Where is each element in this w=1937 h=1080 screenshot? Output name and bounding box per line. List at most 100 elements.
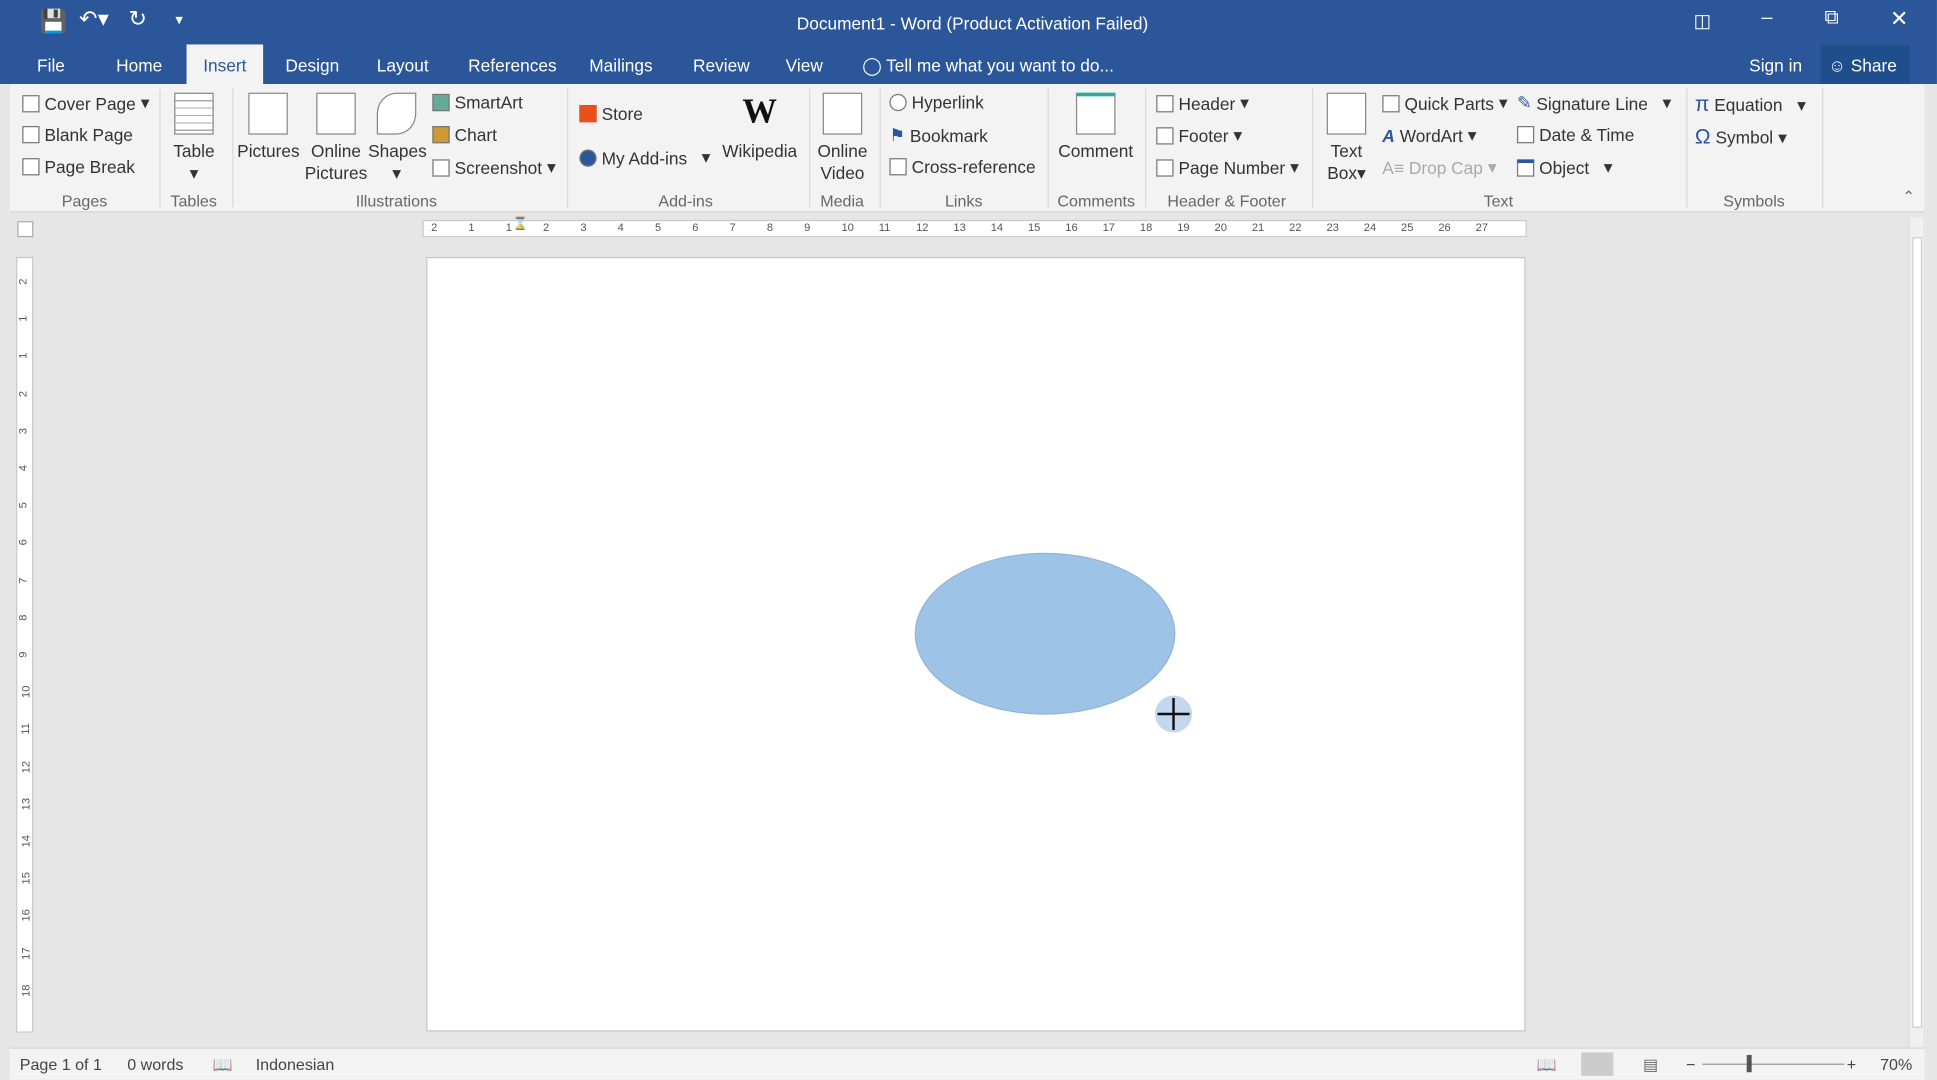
ruler-tick-label: 13 [953,221,966,234]
footer-icon [1156,126,1174,144]
group-label-illustrations: Illustrations [355,191,437,211]
shapes-button[interactable]: Shapes ▾ [368,92,427,184]
label: Screenshot [454,157,543,178]
ruler-tick-label: 21 [1251,221,1265,234]
ruler-tick-label: 2 [543,221,550,234]
online-video-button[interactable]: Online Video [813,92,872,184]
chart-icon [432,126,450,144]
ruler-tick-label: 27 [1475,221,1489,234]
proofing-icon[interactable]: 📖 [212,1055,232,1075]
wordart-button[interactable]: A WordArt ▾ [1382,125,1476,146]
screenshot-button[interactable]: Screenshot ▾ [432,157,556,178]
language[interactable]: Indonesian [256,1055,335,1074]
zoom-slider[interactable] [1702,1063,1845,1065]
text-box-button[interactable]: Text Box▾ [1322,92,1371,184]
indent-marker-icon[interactable]: ⌛ [513,217,528,231]
page-count[interactable]: Page 1 of 1 [20,1055,102,1074]
restore-icon[interactable]: ⧉ [1825,7,1839,29]
blank-page-button[interactable]: Blank Page [22,125,133,145]
label: Video [820,163,865,183]
horizontal-ruler[interactable]: 2 1 1 2 3 4 5 6 7 8 9 10 11 12 13 14 15 16 17 18 19 20 21 22 23 2… [422,219,1527,238]
sign-in-link[interactable]: Sign in [1742,44,1810,84]
collapse-ribbon-icon[interactable]: ⌃ [1902,188,1914,205]
store-button[interactable]: Store [579,104,643,124]
document-page[interactable] [426,256,1526,1032]
tab-layout[interactable]: Layout [364,44,441,84]
label: Equation [1714,95,1783,115]
label: Header [1178,93,1236,114]
wordart-icon: A [1382,125,1395,146]
ruler-tick-label: 1 [16,315,30,323]
bookmark-button[interactable]: ⚑ Bookmark [889,125,987,146]
tab-insert[interactable]: Insert [186,44,264,85]
tab-design[interactable]: Design [273,44,352,84]
pictures-button[interactable]: Pictures [237,92,300,162]
zoom-level[interactable]: 70% [1880,1055,1912,1074]
undo-icon[interactable]: ↶▾ [79,6,109,32]
label: Bookmark [909,125,988,146]
close-icon[interactable]: ✕ [1890,6,1909,32]
oval-shape[interactable] [914,552,1176,715]
read-mode-icon[interactable]: 📖 [1537,1055,1557,1075]
smartart-button[interactable]: SmartArt [432,93,523,112]
ribbon-display-icon[interactable]: ◫ [1694,10,1712,32]
zoom-in-button[interactable]: + [1847,1055,1856,1074]
share-button[interactable]: ☺ Share [1820,44,1910,85]
tab-review[interactable]: Review [681,44,762,84]
word-count[interactable]: 0 words [127,1055,183,1074]
symbol-button[interactable]: Ω Symbol ▾ [1695,125,1787,150]
ruler-tick-label: 14 [990,221,1004,234]
tab-file[interactable]: File [25,44,78,84]
drawing-layer [914,552,1193,733]
drop-cap-button[interactable]: A≡ Drop Cap ▾ [1382,157,1496,178]
group-label-media: Media [820,191,864,211]
divider [567,88,569,208]
minimize-icon[interactable]: – [1762,7,1773,29]
comment-button[interactable]: Comment [1054,92,1138,162]
equation-button[interactable]: π Equation ▾ [1695,93,1806,118]
print-layout-icon[interactable] [1581,1052,1614,1076]
group-label-symbols: Symbols [1723,191,1785,211]
header-button[interactable]: Header ▾ [1156,93,1249,114]
customize-icon[interactable]: ▾ [175,11,182,28]
tell-me-box[interactable]: ◯ Tell me what you want to do... [850,44,1126,84]
footer-button[interactable]: Footer ▾ [1156,125,1242,146]
vertical-scrollbar[interactable] [1908,217,1924,1048]
page-break-button[interactable]: Page Break [22,157,135,177]
tab-view[interactable]: View [773,44,835,84]
signature-line-button[interactable]: ✎ Signature Line ▾ [1517,93,1671,114]
cross-reference-button[interactable]: Cross-reference [889,157,1036,177]
object-button[interactable]: Object ▾ [1516,157,1612,178]
save-icon[interactable]: 💾 [40,9,68,35]
vertical-ruler[interactable]: 2 1 1 2 3 4 5 6 7 8 9 10 11 12 13 14 15 16 17 18 [16,256,34,1033]
date-time-button[interactable]: Date & Time [1516,124,1635,145]
online-pictures-button[interactable]: Online Pictures [304,92,368,184]
ruler-tick-label: 17 [19,946,33,960]
redo-icon[interactable]: ↻ [128,6,147,32]
zoom-slider-thumb[interactable] [1747,1054,1753,1073]
wikipedia-button[interactable]: W Wikipedia [719,93,801,162]
comment-icon [1075,92,1116,135]
web-layout-icon[interactable]: ▤ [1643,1055,1658,1075]
divider [1145,88,1147,208]
tab-selector[interactable] [17,221,34,238]
tab-home[interactable]: Home [104,44,175,84]
divider [809,88,811,208]
hyperlink-button[interactable]: Hyperlink [889,93,984,112]
zoom-out-button[interactable]: − [1686,1055,1695,1074]
wikipedia-icon: W [742,92,778,131]
label: Date & Time [1539,124,1635,145]
tab-mailings[interactable]: Mailings [577,44,665,84]
cover-page-button[interactable]: Cover Page ▾ [22,93,149,114]
quick-parts-button[interactable]: Quick Parts ▾ [1382,93,1508,114]
chart-button[interactable]: Chart [432,125,497,145]
table-button[interactable]: Table ▾ [168,92,220,184]
my-addins-button[interactable]: My Add-ins ▾ [579,147,710,168]
scrollbar-thumb[interactable] [1912,237,1923,1028]
label: Cover Page [44,93,136,114]
page-number-button[interactable]: Page Number ▾ [1156,157,1299,178]
ruler-tick-label: 19 [1177,221,1190,234]
online-pictures-icon [316,92,356,135]
tab-references[interactable]: References [456,44,569,84]
label: Chart [454,124,497,145]
